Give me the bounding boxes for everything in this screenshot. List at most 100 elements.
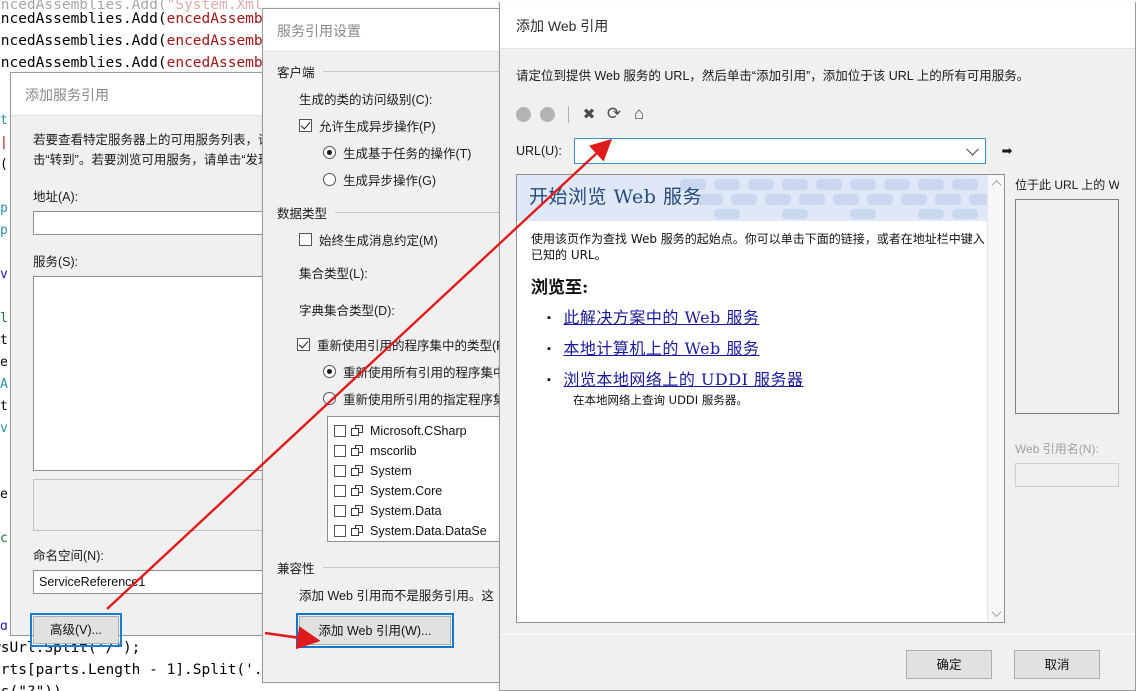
always-message-contract-checkbox[interactable]: 始终生成消息约定(M) bbox=[299, 230, 501, 249]
compatibility-group-label: 兼容性 bbox=[277, 562, 315, 576]
uddi-servers-link[interactable]: 浏览本地网络上的 UDDI 服务器 bbox=[563, 370, 803, 389]
reuse-specified-radio[interactable]: 重新使用所引用的指定程序集 bbox=[299, 389, 506, 408]
checkbox-glyph[interactable] bbox=[334, 525, 346, 537]
solution-web-services-link[interactable]: 此解决方案中的 Web 服务 bbox=[563, 308, 759, 327]
url-label: URL(U): bbox=[516, 144, 562, 158]
url-combobox[interactable] bbox=[574, 138, 986, 164]
list-item: 本地计算机上的 Web 服务 bbox=[547, 335, 990, 359]
services-listbox[interactable] bbox=[33, 276, 279, 471]
code-text: encedAssemblies.Add( bbox=[0, 33, 167, 49]
checkbox-glyph[interactable] bbox=[334, 425, 346, 437]
radio-glyph bbox=[323, 365, 336, 378]
browser-pane[interactable]: 开始浏览 Web 服务 使用该页作为查找 Web 服务的起始点。你可以单击下面的… bbox=[516, 174, 1005, 623]
group-divider bbox=[322, 71, 501, 72]
web-reference-footer: 确定 取消 bbox=[500, 634, 1135, 690]
browser-toolbar[interactable]: ✖ ⟳ ⌂ bbox=[500, 102, 1135, 126]
compatibility-text: 添加 Web 引用而不是服务引用。这 bbox=[299, 589, 494, 603]
local-machine-web-services-link[interactable]: 本地计算机上的 Web 服务 bbox=[563, 339, 759, 358]
refresh-icon[interactable]: ⟳ bbox=[603, 104, 625, 124]
cancel-button[interactable]: 取消 bbox=[1014, 650, 1100, 679]
dict-collection-type-label: 字典集合类型(D): bbox=[299, 304, 395, 318]
compatibility-group: 兼容性 添加 Web 引用而不是服务引用。这 添加 Web 引用(W)... bbox=[277, 558, 501, 648]
stop-icon[interactable]: ✖ bbox=[578, 104, 600, 124]
url-input[interactable] bbox=[575, 139, 985, 163]
found-services-listbox[interactable] bbox=[1015, 199, 1119, 414]
collection-type-label: 集合类型(L): bbox=[299, 267, 368, 281]
access-level-label: 生成的类的访问级别(C): bbox=[299, 93, 433, 107]
web-reference-main: 开始浏览 Web 服务 使用该页作为查找 Web 服务的起始点。你可以单击下面的… bbox=[500, 174, 1135, 623]
back-arrow-icon[interactable] bbox=[516, 106, 531, 122]
assembly-icon bbox=[351, 505, 364, 517]
browser-banner: 开始浏览 Web 服务 bbox=[517, 175, 1004, 221]
url-row: URL(U): ➡ bbox=[500, 138, 1135, 164]
assembly-icon bbox=[351, 445, 364, 457]
radio-glyph bbox=[323, 173, 336, 186]
web-reference-description: 请定位到提供 Web 服务的 URL，然后单击“添加引用”，添加位于该 URL … bbox=[516, 69, 1030, 83]
task-based-radio[interactable]: 生成基于任务的操作(T) bbox=[299, 143, 501, 162]
add-web-reference-dialog[interactable]: 添加 Web 引用 请定位到提供 Web 服务的 URL，然后单击“添加引用”，… bbox=[499, 2, 1136, 691]
radio-glyph bbox=[323, 146, 336, 159]
assembly-icon bbox=[351, 425, 364, 437]
group-divider bbox=[335, 212, 501, 213]
list-item: 浏览本地网络上的 UDDI 服务器 在本地网络上查询 UDDI 服务器。 bbox=[547, 366, 990, 408]
assembly-icon bbox=[351, 485, 364, 497]
checkbox-glyph bbox=[297, 338, 310, 351]
radio-glyph bbox=[323, 392, 336, 405]
assembly-icon bbox=[351, 525, 364, 537]
service-reference-settings-dialog[interactable]: 服务引用设置 客户端 生成的类的访问级别(C): 允许生成异步操作(P) 生成基… bbox=[262, 8, 537, 683]
allow-async-label: 允许生成异步操作(P) bbox=[319, 120, 436, 134]
forward-arrow-icon[interactable] bbox=[540, 106, 555, 122]
toolbar-separator bbox=[568, 105, 569, 123]
ok-button[interactable]: 确定 bbox=[906, 650, 992, 679]
checkbox-glyph[interactable] bbox=[334, 505, 346, 517]
assembly-name: System.Data.DataSe bbox=[370, 524, 487, 538]
browser-vertical-scrollbar[interactable] bbox=[987, 175, 1004, 622]
code-text: ns("?")) bbox=[0, 684, 62, 691]
reuse-all-radio[interactable]: 重新使用所有引用的程序集中 bbox=[299, 362, 506, 381]
reuse-types-label: 重新使用引用的程序集中的类型(R bbox=[317, 339, 506, 353]
assembly-name: mscorlib bbox=[370, 444, 417, 458]
web-reference-name-label: Web 引用名(N): bbox=[1015, 442, 1099, 456]
reuse-specified-label: 重新使用所引用的指定程序集 bbox=[343, 393, 506, 407]
advanced-button[interactable]: 高级(V)... bbox=[30, 613, 122, 647]
checkbox-glyph bbox=[299, 119, 312, 132]
reuse-all-label: 重新使用所有引用的程序集中 bbox=[343, 366, 506, 380]
checkbox-glyph bbox=[299, 233, 312, 246]
datatype-group-label: 数据类型 bbox=[277, 207, 328, 221]
checkbox-glyph[interactable] bbox=[334, 445, 346, 457]
task-based-label: 生成基于任务的操作(T) bbox=[343, 147, 472, 161]
browse-to-label: 浏览至: bbox=[531, 278, 589, 298]
checkbox-glyph[interactable] bbox=[334, 485, 346, 497]
allow-async-checkbox[interactable]: 允许生成异步操作(P) bbox=[299, 116, 501, 135]
scroll-up-icon[interactable] bbox=[988, 175, 1004, 192]
uddi-sublabel: 在本地网络上查询 UDDI 服务器。 bbox=[573, 393, 748, 407]
datatype-group: 数据类型 始终生成消息约定(M) 集合类型(L): 字典集合类型(D): 重新使… bbox=[277, 203, 537, 542]
found-services-pane: 位于此 URL 上的 Web Web 引用名(N): bbox=[1015, 174, 1119, 623]
code-text: arts[parts.Length - 1].Split('. bbox=[0, 662, 263, 678]
assembly-name: System.Data bbox=[370, 504, 442, 518]
add-web-reference-button[interactable]: 添加 Web 引用(W)... bbox=[296, 613, 454, 648]
code-text: encedAssemblies.Add( bbox=[0, 11, 167, 27]
assembly-name: Microsoft.CSharp bbox=[370, 424, 467, 438]
assembly-name: System.Core bbox=[370, 484, 443, 498]
always-message-contract-label: 始终生成消息约定(M) bbox=[319, 234, 438, 248]
browser-paragraph: 使用该页作为查找 Web 服务的起始点。你可以单击下面的链接，或者在地址栏中键入… bbox=[531, 232, 985, 262]
checkbox-glyph[interactable] bbox=[334, 465, 346, 477]
reuse-types-checkbox[interactable]: 重新使用引用的程序集中的类型(R bbox=[297, 335, 505, 354]
add-web-reference-title: 添加 Web 引用 bbox=[500, 2, 1135, 49]
go-icon[interactable]: ➡ bbox=[998, 143, 1016, 159]
async-radio[interactable]: 生成异步操作(G) bbox=[299, 170, 501, 189]
home-icon[interactable]: ⌂ bbox=[628, 104, 650, 124]
browser-body: 使用该页作为查找 Web 服务的起始点。你可以单击下面的链接，或者在地址栏中键入… bbox=[517, 221, 1004, 423]
service-reference-settings-title: 服务引用设置 bbox=[263, 9, 515, 52]
group-divider bbox=[322, 567, 501, 568]
scroll-down-icon[interactable] bbox=[988, 605, 1004, 622]
client-group-label: 客户端 bbox=[277, 66, 315, 80]
browse-links-list: 此解决方案中的 Web 服务 本地计算机上的 Web 服务 浏览本地网络上的 U… bbox=[531, 304, 990, 408]
assembly-name: System bbox=[370, 464, 412, 478]
banner-pattern-icon bbox=[680, 179, 995, 219]
web-reference-name-input[interactable] bbox=[1015, 463, 1119, 487]
async-label: 生成异步操作(G) bbox=[343, 174, 437, 188]
assembly-icon bbox=[351, 465, 364, 477]
list-item: 此解决方案中的 Web 服务 bbox=[547, 304, 990, 328]
